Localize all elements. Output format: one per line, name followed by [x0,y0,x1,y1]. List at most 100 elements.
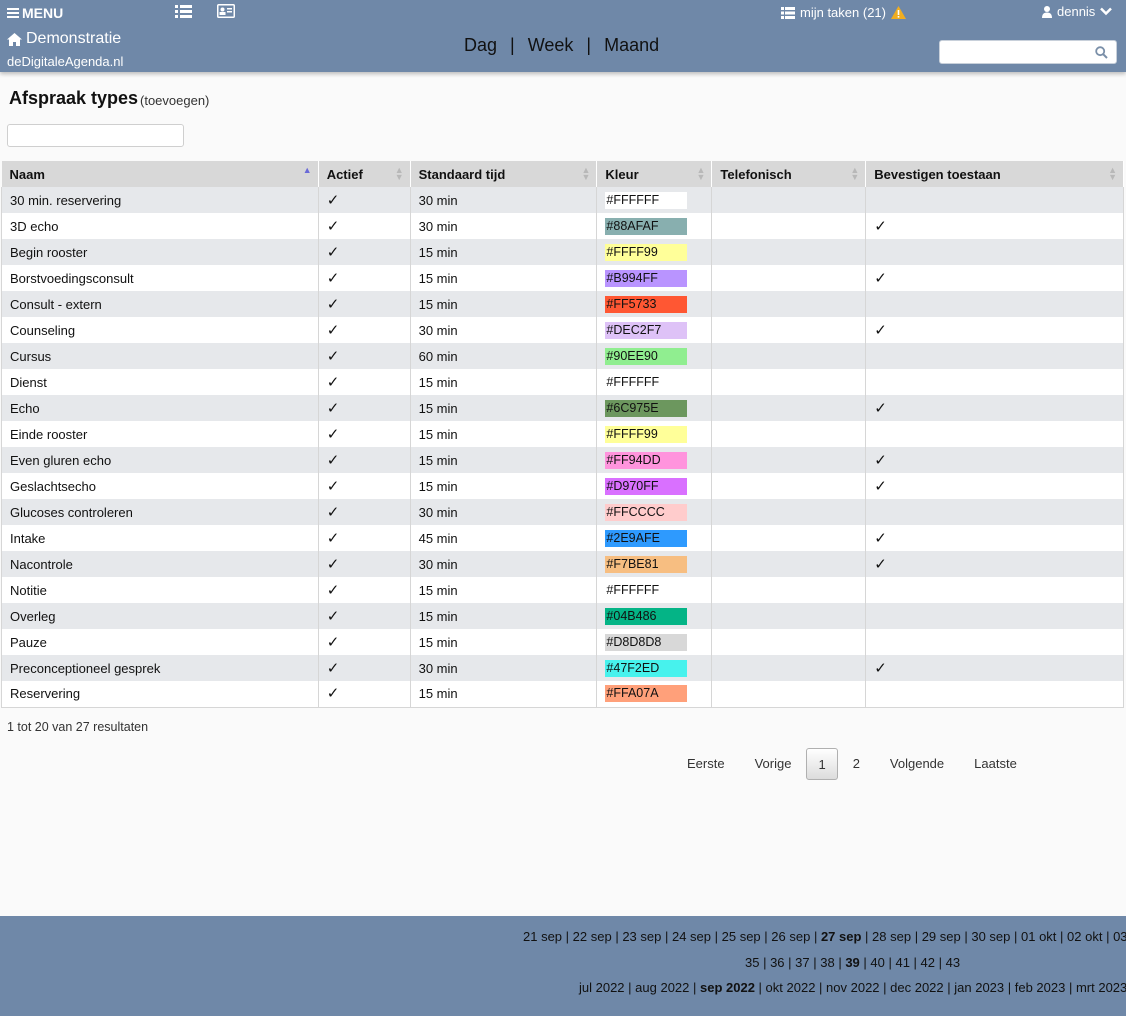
cell-naam[interactable]: Reservering [1,681,319,708]
footer-day-link[interactable]: 30 sep [971,929,1010,944]
cell-kleur: #90EE90 [596,343,713,369]
search-icon[interactable] [1095,46,1108,59]
table-row[interactable]: Even gluren echo ✓ 15 min #FF94DD ✓ [1,447,1124,473]
user-menu[interactable]: dennis [1042,4,1113,19]
cell-naam[interactable]: Overleg [1,603,319,629]
cell-naam[interactable]: Einde rooster [1,421,319,447]
menu-button[interactable]: MENU [7,5,63,21]
column-header-standaard-tijd[interactable]: Standaard tijd ▲ ▼ [410,161,598,187]
footer-day-link[interactable]: 21 sep [523,929,562,944]
search-input[interactable] [944,43,1089,61]
cell-naam[interactable]: Geslachtsecho [1,473,319,499]
add-appointment-type-link[interactable]: (toevoegen) [140,93,209,108]
footer-week-link[interactable]: 42 [921,955,935,970]
footer-day-link[interactable]: 29 sep [922,929,961,944]
home-link[interactable]: Demonstratie [7,30,121,48]
page-1-button[interactable]: 1 [806,748,838,780]
footer-week-link[interactable]: 39 [845,955,859,970]
cell-naam[interactable]: Preconceptioneel gesprek [1,655,319,681]
cell-naam[interactable]: Glucoses controleren [1,499,319,525]
table-row[interactable]: Borstvoedingsconsult ✓ 15 min #B994FF ✓ [1,265,1124,291]
table-row[interactable]: Pauze ✓ 15 min #D8D8D8 [1,629,1124,655]
cell-naam[interactable]: Notitie [1,577,319,603]
column-header-kleur[interactable]: Kleur ▲ ▼ [596,161,713,187]
column-header-bevestigen-toestaan[interactable]: Bevestigen toestaan ▲ ▼ [865,161,1124,187]
cell-naam[interactable]: Cursus [1,343,319,369]
footer-day-link[interactable]: 03 okt [1113,929,1126,944]
page-first-button[interactable]: Eerste [672,748,740,780]
table-row[interactable]: 30 min. reservering ✓ 30 min #FFFFFF [1,187,1124,213]
page-prev-button[interactable]: Vorige [740,748,807,780]
column-header-actief[interactable]: Actief ▲ ▼ [318,161,411,187]
cell-naam[interactable]: Pauze [1,629,319,655]
cell-naam[interactable]: 3D echo [1,213,319,239]
my-tasks-link[interactable]: mijn taken (21) [781,5,906,20]
cell-naam[interactable]: Dienst [1,369,319,395]
table-row[interactable]: Reservering ✓ 15 min #FFA07A [1,681,1124,708]
column-header-telefonisch[interactable]: Telefonisch ▲ ▼ [711,161,867,187]
footer-week-link[interactable]: 40 [870,955,884,970]
cell-naam[interactable]: Echo [1,395,319,421]
cell-naam[interactable]: Intake [1,525,319,551]
table-row[interactable]: Counseling ✓ 30 min #DEC2F7 ✓ [1,317,1124,343]
page-2-button[interactable]: 2 [838,748,875,780]
table-row[interactable]: Preconceptioneel gesprek ✓ 30 min #47F2ED ✓ [1,655,1124,681]
footer-week-link[interactable]: 37 [795,955,809,970]
table-header-row: Naam ▲ Actief ▲ ▼ Standaard tijd ▲ ▼ Kleur ▲ ▼ … [1,161,1124,187]
table-row[interactable]: Begin rooster ✓ 15 min #FFFF99 [1,239,1124,265]
cell-naam[interactable]: Counseling [1,317,319,343]
check-icon: ✓ [874,555,887,573]
cell-naam[interactable]: Nacontrole [1,551,319,577]
footer-month-link[interactable]: nov 2022 [826,980,880,995]
table-row[interactable]: Nacontrole ✓ 30 min #F7BE81 ✓ [1,551,1124,577]
footer-month-link[interactable]: dec 2022 [890,980,944,995]
footer-month-link[interactable]: feb 2023 [1015,980,1066,995]
footer-month-link[interactable]: okt 2022 [766,980,816,995]
table-row[interactable]: Dienst ✓ 15 min #FFFFFF [1,369,1124,395]
filter-input[interactable] [7,124,184,147]
check-icon: ✓ [326,217,340,235]
table-row[interactable]: Geslachtsecho ✓ 15 min #D970FF ✓ [1,473,1124,499]
cell-naam[interactable]: Begin rooster [1,239,319,265]
table-row[interactable]: Consult - extern ✓ 15 min #FF5733 [1,291,1124,317]
table-row[interactable]: Einde rooster ✓ 15 min #FFFF99 [1,421,1124,447]
table-row[interactable]: Notitie ✓ 15 min #FFFFFF [1,577,1124,603]
footer-week-link[interactable]: 35 [745,955,759,970]
footer-month-link[interactable]: jul 2022 [579,980,625,995]
footer-day-link[interactable]: 02 okt [1067,929,1102,944]
view-week-link[interactable]: Week [528,35,574,56]
page-next-button[interactable]: Volgende [875,748,959,780]
footer-week-link[interactable]: 38 [820,955,834,970]
view-day-link[interactable]: Dag [464,35,497,56]
footer-week-link[interactable]: 43 [946,955,960,970]
table-row[interactable]: Glucoses controleren ✓ 30 min #FFCCCC [1,499,1124,525]
page-last-button[interactable]: Laatste [959,748,1032,780]
footer-day-link[interactable]: 23 sep [622,929,661,944]
view-month-link[interactable]: Maand [604,35,659,56]
footer-day-link[interactable]: 22 sep [573,929,612,944]
table-row[interactable]: Echo ✓ 15 min #6C975E ✓ [1,395,1124,421]
table-row[interactable]: Cursus ✓ 60 min #90EE90 [1,343,1124,369]
footer-day-link[interactable]: 24 sep [672,929,711,944]
footer-day-link[interactable]: 25 sep [722,929,761,944]
footer-day-link[interactable]: 01 okt [1021,929,1056,944]
footer-day-link[interactable]: 27 sep [821,929,861,944]
cell-naam[interactable]: Borstvoedingsconsult [1,265,319,291]
footer-week-link[interactable]: 36 [770,955,784,970]
table-row[interactable]: Intake ✓ 45 min #2E9AFE ✓ [1,525,1124,551]
address-card-icon[interactable] [217,4,235,18]
footer-week-link[interactable]: 41 [895,955,909,970]
cell-naam[interactable]: 30 min. reservering [1,187,319,213]
footer-day-link[interactable]: 26 sep [771,929,810,944]
cell-naam[interactable]: Even gluren echo [1,447,319,473]
table-row[interactable]: 3D echo ✓ 30 min #88AFAF ✓ [1,213,1124,239]
footer-month-link[interactable]: mrt 2023 [1076,980,1126,995]
footer-month-link[interactable]: jan 2023 [954,980,1004,995]
footer-day-link[interactable]: 28 sep [872,929,911,944]
footer-month-link[interactable]: aug 2022 [635,980,689,995]
cell-naam[interactable]: Consult - extern [1,291,319,317]
table-row[interactable]: Overleg ✓ 15 min #04B486 [1,603,1124,629]
footer-month-link[interactable]: sep 2022 [700,980,755,995]
column-header-naam[interactable]: Naam ▲ [1,161,319,187]
list-icon[interactable] [175,4,192,19]
